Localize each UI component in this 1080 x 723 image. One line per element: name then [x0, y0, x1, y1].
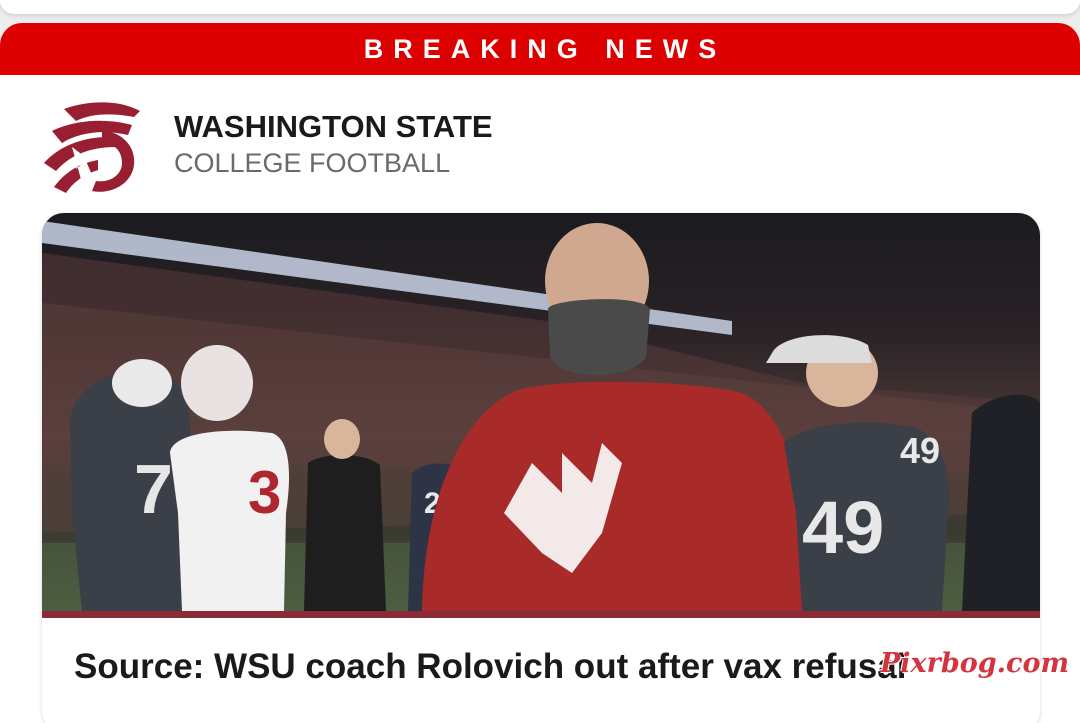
story-card[interactable]: 7 3 23 49 49 Source: WSU coach — [42, 213, 1040, 723]
photo-accent-bar — [42, 611, 1040, 618]
previous-card-edge — [0, 0, 1080, 14]
svg-text:3: 3 — [248, 459, 281, 526]
story-headline[interactable]: Source: WSU coach Rolovich out after vax… — [74, 647, 1014, 687]
wsu-cougar-logo-icon — [42, 91, 150, 199]
watermark: Pixrbog.com — [880, 648, 1070, 679]
team-header[interactable]: WASHINGTON STATE COLLEGE FOOTBALL — [0, 75, 1080, 213]
coach-masked-on-field-photo-icon: 7 3 23 49 49 — [42, 213, 1040, 611]
team-name: WASHINGTON STATE — [174, 109, 493, 144]
svg-text:49: 49 — [802, 486, 884, 569]
breaking-news-card[interactable]: BREAKING NEWS WASHINGTON STATE COLLEGE F… — [0, 23, 1080, 723]
league-name: COLLEGE FOOTBALL — [174, 148, 451, 178]
svg-text:7: 7 — [134, 450, 173, 528]
breaking-news-banner: BREAKING NEWS — [0, 23, 1080, 75]
svg-text:49: 49 — [900, 430, 940, 471]
banner-label: BREAKING NEWS — [363, 33, 727, 64]
